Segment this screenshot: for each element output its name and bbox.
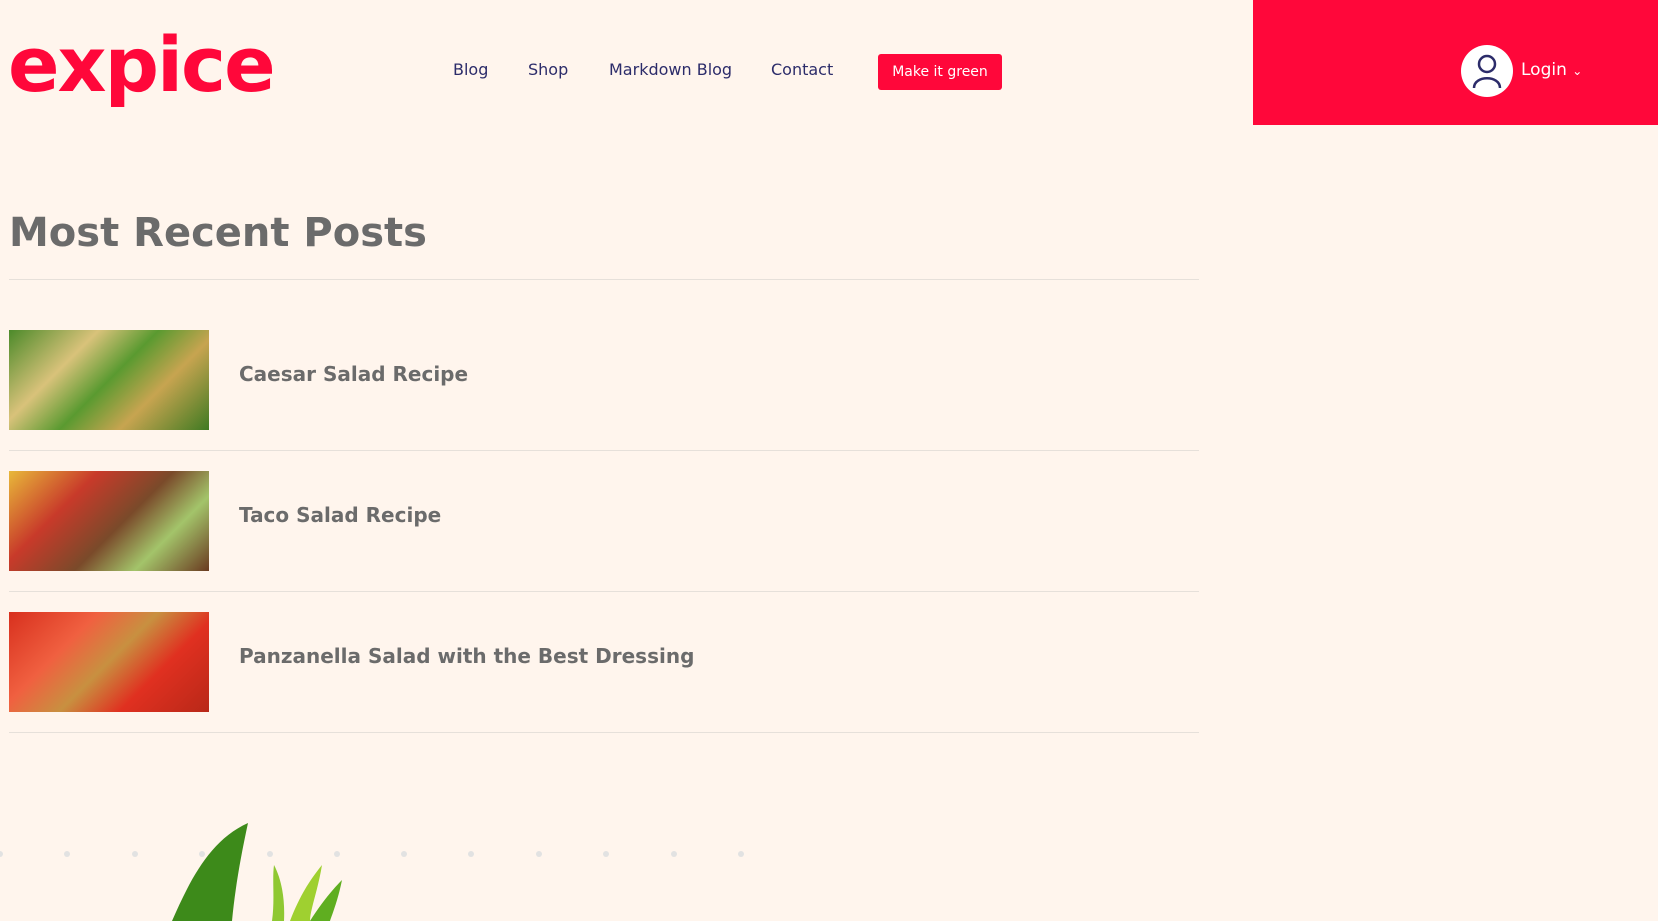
post-title[interactable]: Panzanella Salad with the Best Dressing	[239, 644, 694, 668]
page-title: Most Recent Posts	[9, 210, 427, 256]
chevron-down-icon: ⌄	[1572, 64, 1583, 78]
divider	[9, 450, 1199, 451]
make-it-green-button[interactable]: Make it green	[878, 54, 1002, 90]
nav-contact[interactable]: Contact	[771, 60, 833, 79]
leaf-decoration-icon	[172, 823, 342, 921]
post-title[interactable]: Taco Salad Recipe	[239, 503, 441, 527]
login-panel	[1253, 0, 1658, 125]
divider	[9, 279, 1199, 280]
divider	[9, 591, 1199, 592]
post-thumbnail-taco[interactable]	[9, 471, 209, 571]
nav-markdown-blog[interactable]: Markdown Blog	[609, 60, 732, 79]
logo[interactable]: expice	[8, 20, 276, 109]
nav-blog[interactable]: Blog	[453, 60, 488, 79]
post-thumbnail-caesar[interactable]	[9, 330, 209, 430]
user-avatar-icon[interactable]	[1461, 45, 1513, 97]
divider	[9, 732, 1199, 733]
login-dropdown[interactable]: Login ⌄	[1521, 60, 1582, 80]
nav-shop[interactable]: Shop	[528, 60, 568, 79]
post-thumbnail-panzanella[interactable]	[9, 612, 209, 712]
login-label: Login	[1521, 60, 1567, 80]
post-title[interactable]: Caesar Salad Recipe	[239, 362, 468, 386]
